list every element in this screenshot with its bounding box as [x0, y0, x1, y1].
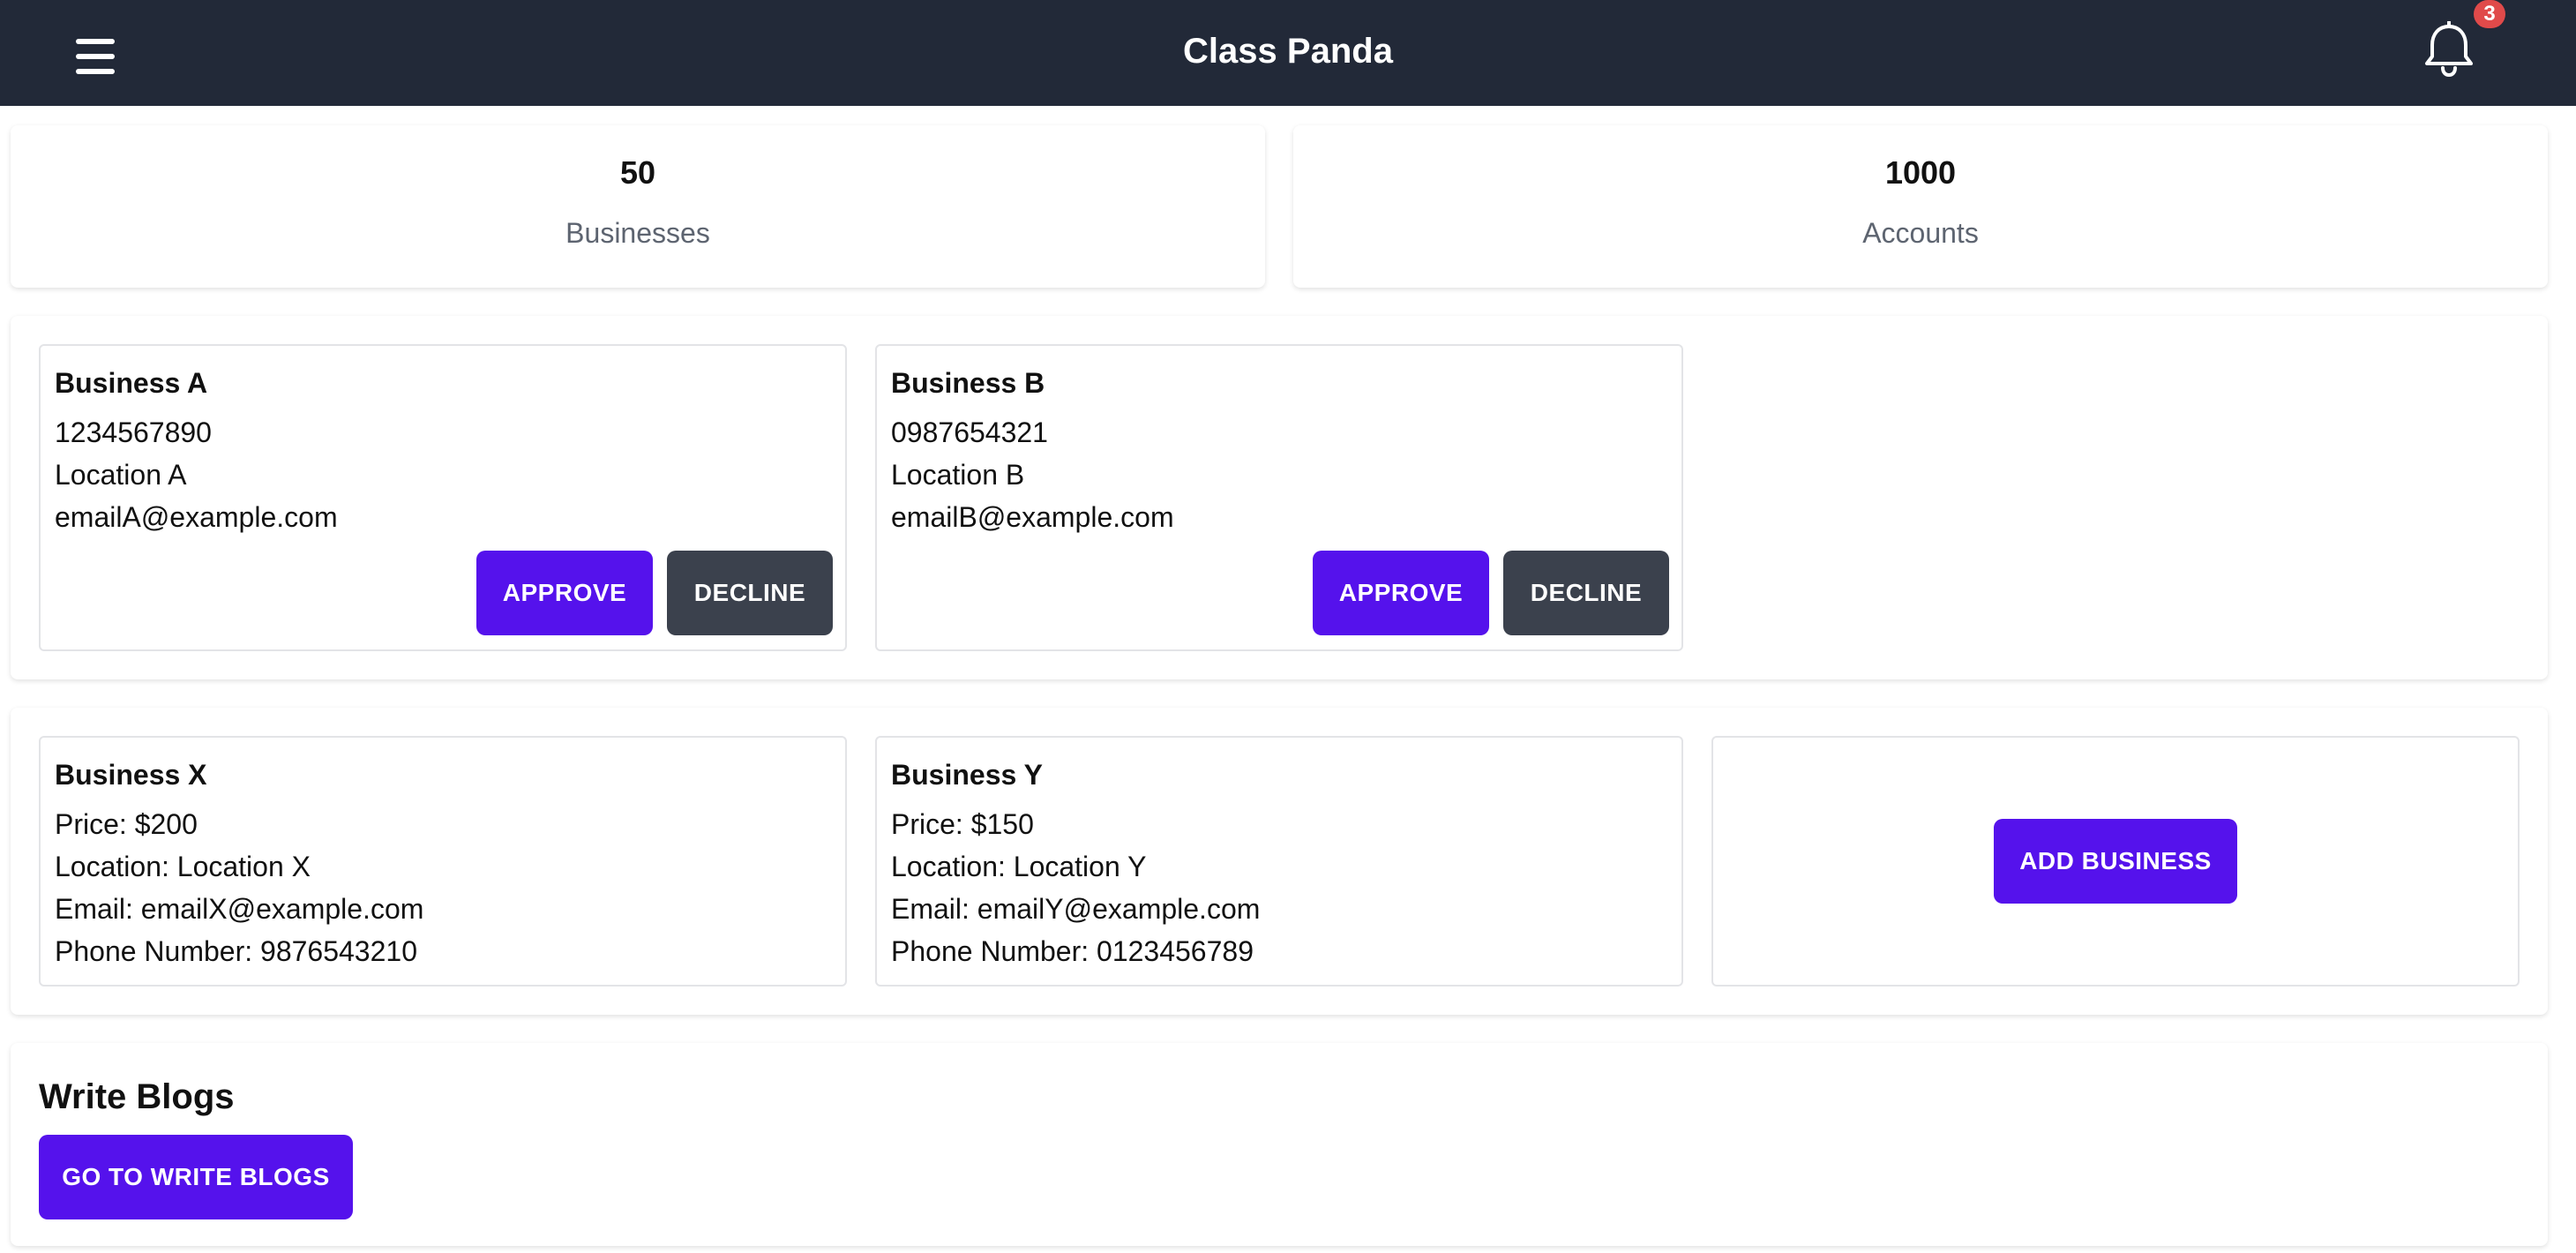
write-blogs-section: Write Blogs GO TO WRITE BLOGS	[11, 1043, 2548, 1246]
stat-value: 50	[619, 154, 656, 191]
business-location: Location B	[891, 459, 1025, 491]
stat-value: 1000	[1884, 154, 1957, 191]
approve-button[interactable]: APPROVE	[1313, 551, 1489, 635]
business-email: Email: emailY@example.com	[891, 893, 1261, 925]
listed-business-card: Business X Price: $200 Location: Locatio…	[39, 736, 847, 987]
business-location: Location A	[55, 459, 187, 491]
stat-label: Accounts	[1862, 217, 1979, 249]
business-location: Location: Location Y	[891, 851, 1147, 882]
decline-button[interactable]: DECLINE	[1503, 551, 1669, 635]
go-to-write-blogs-button[interactable]: GO TO WRITE BLOGS	[39, 1135, 353, 1219]
pending-businesses-section: Business A 1234567890 Location A emailA@…	[11, 316, 2548, 679]
decline-button[interactable]: DECLINE	[667, 551, 833, 635]
notification-count-badge: 3	[2474, 0, 2505, 28]
business-name: Business B	[891, 367, 1045, 399]
business-name: Business Y	[891, 759, 1043, 791]
pending-business-card: Business B 0987654321 Location B emailB@…	[875, 344, 1683, 651]
add-business-card: ADD BUSINESS	[1711, 736, 2520, 987]
app-title: Class Panda	[1183, 32, 1393, 71]
bell-icon[interactable]	[2422, 20, 2475, 78]
stat-label: Businesses	[565, 217, 710, 249]
business-phone: 1234567890	[55, 416, 212, 448]
business-price: Price: $200	[55, 808, 198, 840]
business-location: Location: Location X	[55, 851, 311, 882]
business-phone: Phone Number: 9876543210	[55, 935, 417, 967]
add-business-button[interactable]: ADD BUSINESS	[1994, 819, 2237, 904]
write-blogs-heading: Write Blogs	[39, 1077, 235, 1116]
listed-businesses-section: Business X Price: $200 Location: Locatio…	[11, 708, 2548, 1015]
business-phone: 0987654321	[891, 416, 1048, 448]
business-name: Business X	[55, 759, 207, 791]
stat-card-businesses: 50 Businesses	[11, 125, 1265, 288]
top-navigation-bar: Class Panda 3	[0, 0, 2576, 106]
business-phone: Phone Number: 0123456789	[891, 935, 1254, 967]
business-price: Price: $150	[891, 808, 1034, 840]
stat-card-accounts: 1000 Accounts	[1293, 125, 2548, 288]
pending-business-card: Business A 1234567890 Location A emailA@…	[39, 344, 847, 651]
business-email: emailB@example.com	[891, 501, 1174, 533]
business-name: Business A	[55, 367, 208, 399]
approve-button[interactable]: APPROVE	[476, 551, 653, 635]
listed-business-card: Business Y Price: $150 Location: Locatio…	[875, 736, 1683, 987]
business-email: emailA@example.com	[55, 501, 338, 533]
business-email: Email: emailX@example.com	[55, 893, 424, 925]
